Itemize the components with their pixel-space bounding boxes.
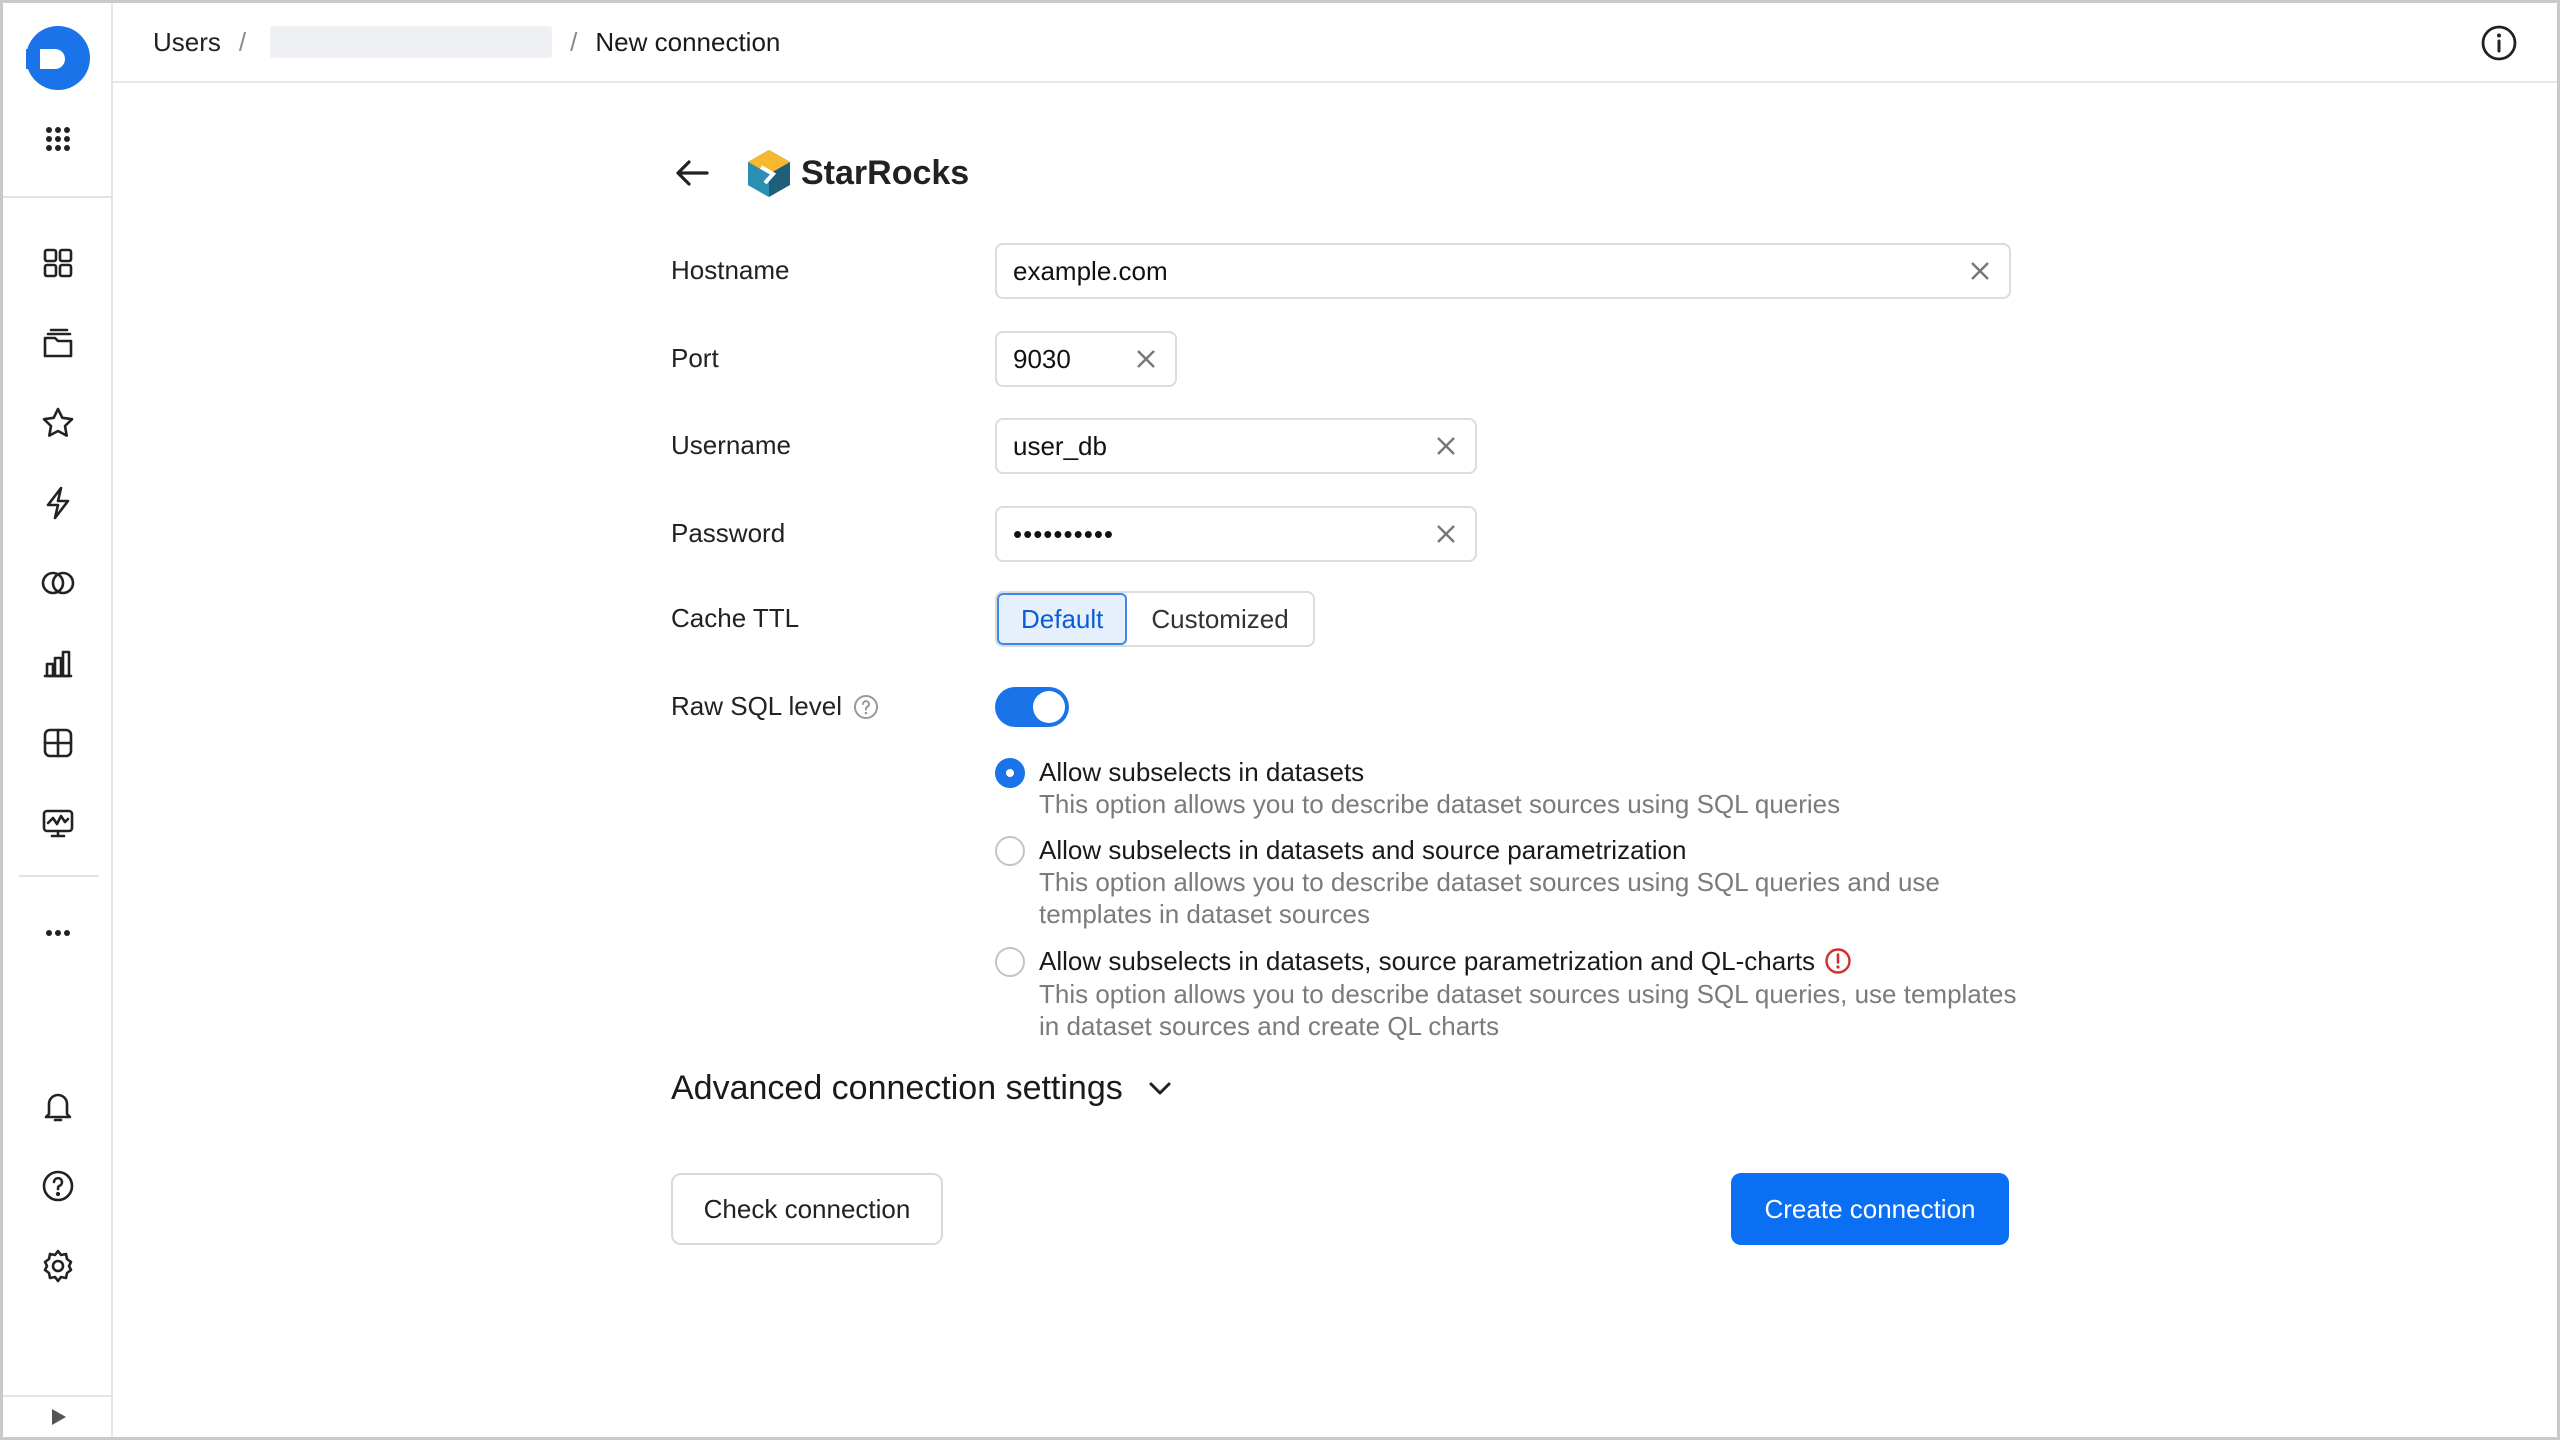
username-value[interactable]: user_db xyxy=(1013,431,1431,462)
table-icon[interactable] xyxy=(30,715,86,771)
raw-sql-label-text: Raw SQL level xyxy=(671,691,842,721)
expand-icon xyxy=(52,1409,66,1425)
settings-icon[interactable] xyxy=(30,1238,86,1294)
raw-sql-option-2-desc: This option allows you to describe datas… xyxy=(1039,867,1940,929)
raw-sql-option-1-desc: This option allows you to describe datas… xyxy=(1039,789,1841,819)
sidebar-divider xyxy=(3,196,113,198)
hostname-value[interactable]: example.com xyxy=(1013,256,1965,287)
raw-sql-option-2-title[interactable]: Allow subselects in datasets and source … xyxy=(1039,835,1686,866)
grid-icon[interactable] xyxy=(30,235,86,291)
raw-sql-label: Raw SQL level xyxy=(671,691,880,722)
password-value[interactable]: •••••••••• xyxy=(1013,519,1431,550)
raw-sql-option-3-desc: This option allows you to describe datas… xyxy=(1039,979,2017,1041)
check-connection-button[interactable]: Check connection xyxy=(671,1173,943,1245)
clear-icon[interactable] xyxy=(1431,431,1461,461)
port-value[interactable]: 9030 xyxy=(1013,344,1131,375)
username-field[interactable]: user_db xyxy=(995,418,1477,474)
cache-ttl-default-option[interactable]: Default xyxy=(997,593,1128,645)
clear-icon[interactable] xyxy=(1131,344,1161,374)
header: Users / / New connection xyxy=(113,3,2557,83)
more-icon[interactable] xyxy=(30,905,86,961)
app-window: Users / / New connection StarRocks Hostn… xyxy=(0,0,2560,1440)
clear-icon[interactable] xyxy=(1431,519,1461,549)
back-arrow-icon[interactable] xyxy=(671,151,715,195)
dashboard-icon[interactable] xyxy=(30,795,86,851)
username-label: Username xyxy=(671,430,791,460)
chart-icon[interactable] xyxy=(30,635,86,691)
hostname-field[interactable]: example.com xyxy=(995,243,2011,299)
breadcrumb-separator: / xyxy=(238,26,247,57)
toggle-knob xyxy=(1033,691,1065,723)
raw-sql-option-3-title[interactable]: Allow subselects in datasets, source par… xyxy=(1039,946,1853,977)
raw-sql-option-1-title[interactable]: Allow subselects in datasets xyxy=(1039,757,1364,788)
bolt-icon[interactable] xyxy=(30,475,86,531)
sidebar-collapse-button[interactable] xyxy=(3,1395,113,1437)
collections-icon[interactable] xyxy=(30,315,86,371)
sidebar-divider xyxy=(19,875,99,877)
port-field[interactable]: 9030 xyxy=(995,331,1177,387)
breadcrumb-separator: / xyxy=(570,26,578,57)
app-logo[interactable] xyxy=(21,21,95,95)
cache-ttl-customized-option[interactable]: Customized xyxy=(1127,593,1312,645)
raw-sql-option-2-radio[interactable] xyxy=(995,836,1025,866)
raw-sql-toggle[interactable] xyxy=(995,687,1069,727)
hostname-label: Hostname xyxy=(671,255,790,285)
help-icon[interactable] xyxy=(30,1158,86,1214)
connections-icon[interactable] xyxy=(30,555,86,611)
raw-sql-option-1-radio[interactable] xyxy=(995,758,1025,788)
advanced-settings-label: Advanced connection settings xyxy=(671,1069,1123,1107)
port-label: Port xyxy=(671,343,719,373)
password-field[interactable]: •••••••••• xyxy=(995,506,1477,562)
raw-sql-option-3-radio[interactable] xyxy=(995,947,1025,977)
raw-sql-option-3-title-text: Allow subselects in datasets, source par… xyxy=(1039,946,1816,976)
question-icon[interactable] xyxy=(852,693,880,721)
apps-icon[interactable] xyxy=(30,111,86,167)
starrocks-logo xyxy=(748,150,790,197)
warning-icon[interactable] xyxy=(1823,946,1853,976)
password-label: Password xyxy=(671,518,786,548)
breadcrumb-current: New connection xyxy=(595,26,781,57)
bell-icon[interactable] xyxy=(30,1078,86,1134)
star-icon[interactable] xyxy=(30,395,86,451)
cache-ttl-segmented-control: Default Customized xyxy=(995,591,1315,647)
breadcrumb-folder[interactable] xyxy=(270,26,553,58)
clear-icon[interactable] xyxy=(1965,256,1995,286)
cache-ttl-label: Cache TTL xyxy=(671,603,800,633)
connector-title: StarRocks xyxy=(801,153,970,192)
info-icon[interactable] xyxy=(2479,23,2519,63)
chevron-down-icon xyxy=(1149,1082,1171,1094)
form-title-row: StarRocks xyxy=(671,143,969,203)
sidebar xyxy=(3,3,113,1437)
create-connection-button[interactable]: Create connection xyxy=(1731,1173,2009,1245)
breadcrumb-users[interactable]: Users xyxy=(153,27,221,58)
advanced-settings-toggle[interactable]: Advanced connection settings xyxy=(671,1069,1177,1108)
